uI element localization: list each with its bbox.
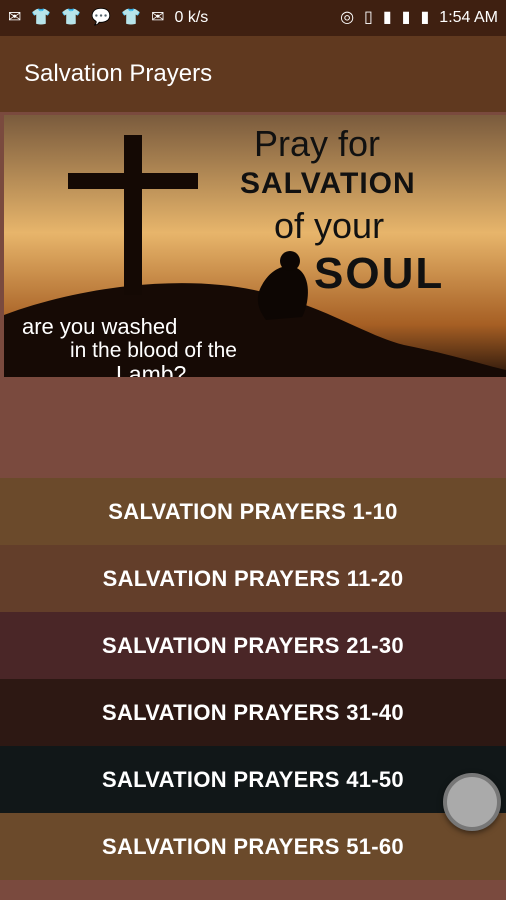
hero-question-line2: in the blood of the xyxy=(70,339,237,363)
hero-heading-line3: of your xyxy=(274,205,385,246)
spacer xyxy=(0,378,506,478)
hero-question: are you washed in the blood of the Lamb? xyxy=(22,314,237,377)
hero-question-line1: are you washed xyxy=(22,314,178,339)
battery-icon: ▮ xyxy=(420,9,430,26)
app-bar: Salvation Prayers xyxy=(0,36,506,112)
network-speed: 0 k/s xyxy=(174,9,209,26)
hero-question-line3: Lamb? xyxy=(116,361,187,377)
prayer-menu: SALVATION PRAYERS 1-10 SALVATION PRAYERS… xyxy=(0,478,506,880)
menu-item-prayers-41-50[interactable]: SALVATION PRAYERS 41-50 xyxy=(0,746,506,813)
shirt-icon: 👕 xyxy=(31,9,52,26)
menu-item-prayers-11-20[interactable]: SALVATION PRAYERS 11-20 xyxy=(0,545,506,612)
hero-banner: Pray for SALVATION of your SOUL are you … xyxy=(4,115,506,377)
shirt-icon: 👕 xyxy=(121,9,142,26)
message-icon: ✉ xyxy=(8,9,22,26)
hero-heading-line4: SOUL xyxy=(314,249,445,298)
signal-icon: ▮ xyxy=(382,9,392,26)
menu-item-prayers-21-30[interactable]: SALVATION PRAYERS 21-30 xyxy=(0,612,506,679)
menu-item-prayers-31-40[interactable]: SALVATION PRAYERS 31-40 xyxy=(0,679,506,746)
hotspot-icon: ◎ xyxy=(340,9,355,26)
hero-heading-line2: SALVATION xyxy=(240,167,416,200)
floating-action-button[interactable] xyxy=(443,773,501,831)
chat-icon: 💬 xyxy=(91,9,112,26)
status-bar: ✉ 👕 👕 💬 👕 ✉ 0 k/s ◎ ▯ ▮ ▮ ▮ 1:54 AM xyxy=(0,0,506,36)
menu-item-prayers-51-60[interactable]: SALVATION PRAYERS 51-60 xyxy=(0,813,506,880)
app-title: Salvation Prayers xyxy=(24,60,213,87)
clock: 1:54 AM xyxy=(439,9,498,26)
signal-icon: ▮ xyxy=(401,9,411,26)
hero-heading-line1: Pray for xyxy=(254,123,381,164)
menu-item-prayers-1-10[interactable]: SALVATION PRAYERS 1-10 xyxy=(0,478,506,545)
shirt-icon: 👕 xyxy=(61,9,82,26)
vibrate-icon: ▯ xyxy=(364,9,373,26)
mail-icon: ✉ xyxy=(151,9,165,26)
